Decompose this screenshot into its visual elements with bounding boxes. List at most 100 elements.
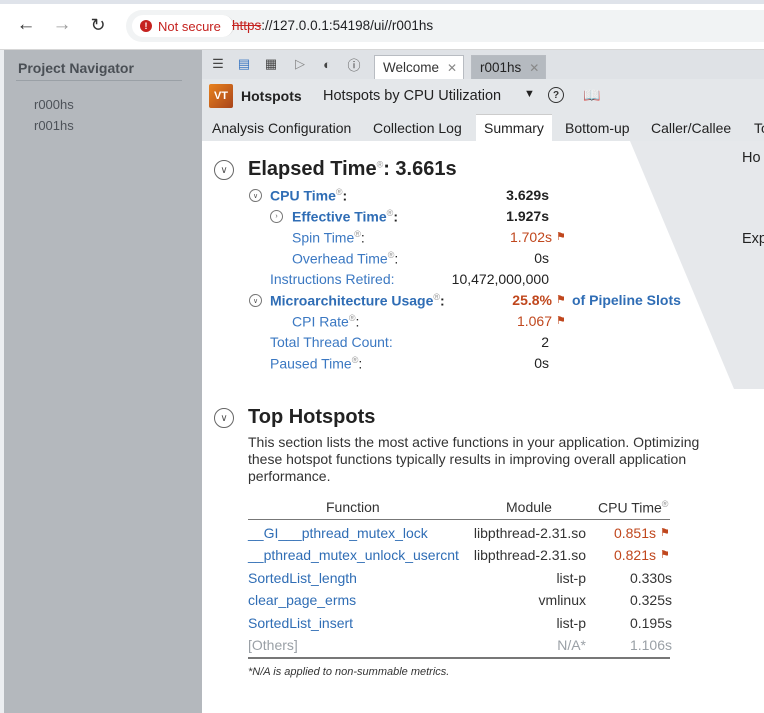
function-link[interactable]: __GI___pthread_mutex_lock xyxy=(248,525,428,541)
security-label: Not secure xyxy=(158,18,221,34)
metric-instructions-retired[interactable]: Instructions Retired: xyxy=(270,271,395,287)
viewpoint-selector[interactable]: Hotspots by CPU Utilization xyxy=(323,88,501,104)
pipeline-slots-label: of Pipeline Slots xyxy=(572,292,681,308)
app-toolbar: ☰ ▤ ▦ ▷ ◐ ⓘ Welcome ✕ r001hs ✕ xyxy=(202,50,764,79)
tab-analysis-configuration[interactable]: Analysis Configuration xyxy=(212,114,351,141)
url-scheme: https xyxy=(232,18,262,33)
question-icon[interactable]: ? xyxy=(548,87,564,103)
run-icon[interactable]: ▷ xyxy=(291,55,309,73)
flag-icon: ⚑ xyxy=(556,294,566,306)
metric-value: 25.8% xyxy=(512,292,552,308)
warning-icon: ! xyxy=(140,20,152,32)
project-navigator: Project Navigator r000hs r001hs xyxy=(0,50,202,713)
tab-bottom-up[interactable]: Bottom-up xyxy=(565,114,630,141)
browser-tabstrip-edge xyxy=(0,0,764,4)
tab-welcome[interactable]: Welcome ✕ xyxy=(374,55,464,79)
forward-arrow-icon[interactable]: → xyxy=(51,14,73,36)
metric-value: 0s xyxy=(534,355,549,371)
metric-value: 3.629s xyxy=(506,187,549,203)
vtune-logo: VT xyxy=(209,84,233,108)
cpu-time-cell: 0.195s xyxy=(629,615,672,631)
metric-value: 0s xyxy=(534,250,549,266)
metric-effective-time[interactable]: Effective Time®: xyxy=(292,208,398,225)
metric-value: 1.927s xyxy=(506,208,549,224)
side-panel-label: Ho xyxy=(742,150,761,166)
browser-toolbar: ← → ↻ ! Not secure https://127.0.0.1:541… xyxy=(0,0,764,50)
security-chip[interactable]: ! Not secure xyxy=(132,15,234,37)
column-header-function[interactable]: Function xyxy=(326,499,380,515)
divider xyxy=(248,519,670,520)
url-rest: ://127.0.0.1:54198/ui//r001hs xyxy=(261,18,434,33)
navigator-item-r000hs[interactable]: r000hs xyxy=(34,97,74,112)
function-link[interactable]: SortedList_length xyxy=(248,570,357,586)
collapse-icon[interactable]: ∨ xyxy=(214,160,234,180)
tab-caller-callee[interactable]: Caller/Callee xyxy=(651,114,731,141)
tab-label: r001hs xyxy=(480,60,522,75)
left-edge xyxy=(0,50,4,713)
metric-overhead-time[interactable]: Overhead Time®: xyxy=(292,250,398,267)
cpu-time-cell: 1.106s xyxy=(629,637,672,653)
cpu-time-cell: 0.330s xyxy=(629,570,672,586)
menu-icon[interactable]: ☰ xyxy=(209,55,227,73)
cpu-time-cell: 0.325s xyxy=(629,592,672,608)
module-cell: N/A* xyxy=(557,637,586,653)
module-cell: vmlinux xyxy=(538,592,586,608)
tab-summary[interactable]: Summary xyxy=(476,114,552,141)
reload-icon[interactable]: ↻ xyxy=(87,14,109,36)
module-cell: libpthread-2.31.so xyxy=(473,547,586,563)
metric-value: 10,472,000,000 xyxy=(451,271,549,287)
metric-cpi-rate[interactable]: CPI Rate®: xyxy=(292,313,359,330)
collapse-icon[interactable]: ∨ xyxy=(214,408,234,428)
metric-microarchitecture-usage[interactable]: Microarchitecture Usage®: xyxy=(270,292,445,309)
flag-icon: ⚑ xyxy=(556,315,566,327)
column-header-cpu-time[interactable]: CPU Time® xyxy=(598,499,668,516)
tab-top-down[interactable]: To xyxy=(754,114,764,141)
analysis-header: VT Hotspots Hotspots by CPU Utilization … xyxy=(202,79,764,114)
collapse-icon[interactable]: ∨ xyxy=(249,294,262,307)
summary-content: Ho Exp ∨ Elapsed Time®: 3.661s ∨ CPU Tim… xyxy=(202,141,764,713)
metric-paused-time[interactable]: Paused Time®: xyxy=(270,355,362,372)
cpu-time-cell: 0.851s xyxy=(613,525,656,541)
navigator-title: Project Navigator xyxy=(18,60,134,76)
flag-icon: ⚑ xyxy=(556,231,566,243)
hotspots-description: This section lists the most active funct… xyxy=(248,434,700,484)
tab-r001hs[interactable]: r001hs ✕ xyxy=(471,55,546,79)
metric-value: 1.067 xyxy=(516,313,552,329)
close-icon[interactable]: ✕ xyxy=(447,61,457,75)
collapse-icon[interactable]: ∨ xyxy=(249,189,262,202)
tab-label: Welcome xyxy=(383,60,440,75)
function-link[interactable]: clear_page_erms xyxy=(248,592,356,608)
new-analysis-icon[interactable]: ▦ xyxy=(262,55,280,73)
url-text[interactable]: https://127.0.0.1:54198/ui//r001hs xyxy=(232,18,433,33)
help-icon[interactable]: ⓘ xyxy=(345,55,363,73)
side-panel xyxy=(630,141,764,389)
analysis-title: Hotspots xyxy=(241,88,302,104)
divider xyxy=(248,657,670,659)
metric-total-thread-count[interactable]: Total Thread Count: xyxy=(270,334,393,350)
module-cell: list-p xyxy=(556,615,586,631)
close-icon[interactable]: ✕ xyxy=(529,61,539,75)
back-arrow-icon[interactable]: ← xyxy=(15,14,37,36)
metric-value: 1.702s xyxy=(509,229,552,245)
footnote: *N/A is applied to non-summable metrics. xyxy=(248,666,450,678)
function-link[interactable]: SortedList_insert xyxy=(248,615,353,631)
top-hotspots-title: Top Hotspots xyxy=(248,406,376,428)
compare-icon[interactable]: ◐ xyxy=(318,55,336,73)
expand-icon[interactable]: › xyxy=(270,210,283,223)
metric-cpu-time[interactable]: CPU Time®: xyxy=(270,187,347,204)
chevron-down-icon[interactable]: ▼ xyxy=(524,88,535,100)
module-cell: libpthread-2.31.so xyxy=(473,525,586,541)
project-icon[interactable]: ▤ xyxy=(235,55,253,73)
book-icon[interactable]: 📖 xyxy=(583,86,601,104)
navigator-item-r001hs[interactable]: r001hs xyxy=(34,118,74,133)
side-panel-label: Exp xyxy=(742,231,764,247)
tab-collection-log[interactable]: Collection Log xyxy=(373,114,462,141)
elapsed-time-title: Elapsed Time®: 3.661s xyxy=(248,158,457,180)
others-row-label: [Others] xyxy=(248,637,298,653)
subtab-bar: Analysis Configuration Collection Log Su… xyxy=(202,114,764,141)
address-bar[interactable]: ! Not secure https://127.0.0.1:54198/ui/… xyxy=(126,10,764,42)
metric-value: 2 xyxy=(541,334,549,350)
column-header-module[interactable]: Module xyxy=(506,499,552,515)
function-link[interactable]: __pthread_mutex_unlock_usercnt xyxy=(248,547,459,563)
metric-spin-time[interactable]: Spin Time®: xyxy=(292,229,365,246)
